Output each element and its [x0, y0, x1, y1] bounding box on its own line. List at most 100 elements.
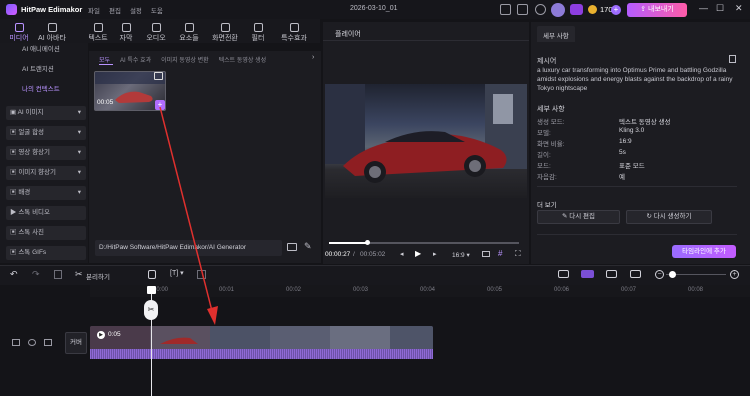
zoom-out-icon[interactable]: − — [655, 270, 664, 279]
preview-icon[interactable] — [630, 270, 641, 278]
tool-audio[interactable]: 오디오 — [142, 21, 170, 45]
magnet-icon[interactable] — [581, 270, 594, 278]
nav-image-enhancer[interactable]: ▣ 이미지 향상기 ▾ — [6, 166, 86, 180]
app-name: HitPaw Edimakor — [21, 5, 83, 14]
menu-help[interactable]: 도움 — [151, 8, 163, 15]
split-icon[interactable]: ✂ — [75, 269, 83, 280]
zoom-in-icon[interactable]: + — [730, 270, 739, 279]
export-button[interactable]: ⇪ 내보내기 — [627, 3, 687, 17]
nav-ai-image[interactable]: ▣ AI 이미지 ▾ — [6, 106, 86, 120]
tool-filters[interactable]: 필터 — [244, 21, 272, 45]
tool-subtitle[interactable]: 자막 — [112, 21, 140, 45]
premium-icon[interactable] — [570, 4, 583, 15]
ruler-tick: 00:03 — [353, 287, 369, 293]
chat-icon[interactable] — [500, 4, 511, 15]
mute-icon[interactable] — [44, 339, 52, 346]
tab-ai-effects[interactable]: AI 특수 효과 — [120, 58, 151, 64]
avatar[interactable] — [551, 3, 565, 17]
split-label[interactable]: 분리하기 — [86, 271, 110, 281]
nav-ai-transition[interactable]: AI 트랜지션 — [6, 63, 86, 77]
more-label: 더 보기 — [537, 202, 557, 209]
menu-settings[interactable]: 설정 — [130, 8, 142, 15]
detail-row: 모델: Kling 3.0 — [537, 127, 737, 137]
tool-media[interactable]: 미디어 — [5, 21, 33, 45]
nav-video-enhancer[interactable]: ▣ 영상 향상기 ▾ — [6, 146, 86, 160]
detail-row: 화면 비율: 16:9 — [537, 138, 737, 148]
nav-background[interactable]: ▣ 배경 ▾ — [6, 186, 86, 200]
progress-fill — [329, 242, 367, 244]
tab-indicator — [99, 64, 113, 65]
next-frame-icon[interactable]: ▸ — [433, 250, 437, 258]
ruler-tick: 00:02 — [286, 287, 302, 293]
effects-icon — [289, 23, 299, 32]
snapshot-icon[interactable] — [482, 251, 490, 257]
close-button[interactable]: ✕ — [735, 3, 743, 14]
filter-icon — [253, 23, 263, 32]
tool-transitions-label: 화면전환 — [212, 35, 238, 42]
snap-icon[interactable] — [606, 270, 617, 278]
link-icon[interactable] — [558, 270, 569, 278]
app-logo-icon — [6, 4, 17, 15]
tab-image-to-video[interactable]: 이미지 동영상 변환 — [161, 58, 209, 64]
nav-video-enhancer-label: 영상 향상기 — [18, 149, 51, 156]
undo-icon[interactable]: ↶ — [10, 269, 18, 280]
prompt-text: a luxury car transforming into Optimus P… — [537, 67, 733, 92]
delete-icon[interactable] — [54, 270, 62, 279]
export-label: 내보내기 — [648, 6, 674, 13]
play-icon[interactable]: ▶ — [415, 249, 421, 258]
maximize-button[interactable]: ☐ — [716, 3, 724, 14]
tool-effects[interactable]: 특수효과 — [276, 21, 312, 45]
nav-ai-animation[interactable]: AI 애니메이션 — [6, 43, 86, 57]
cover-button[interactable]: 커버 — [65, 332, 87, 354]
message-icon[interactable] — [517, 4, 528, 15]
detail-value: Kling 3.0 — [619, 127, 645, 134]
subtitle-icon — [121, 23, 131, 32]
menu-edit[interactable]: 편집 — [109, 8, 121, 15]
reedit-button[interactable]: ✎ 다시 편집 — [537, 210, 620, 224]
aspect-ratio-select[interactable]: 16:9 ▾ — [452, 251, 470, 259]
help-icon[interactable] — [535, 4, 546, 15]
tool-elements[interactable]: 요소들 — [175, 21, 203, 45]
redo-icon[interactable]: ↷ — [32, 269, 40, 280]
nav-stock-photo[interactable]: ▣ 스톡 사진 — [6, 226, 86, 240]
tool-text-label: 텍스트 — [88, 35, 108, 42]
copy-icon[interactable] — [729, 55, 736, 63]
prev-frame-icon[interactable]: ◂ — [400, 250, 404, 258]
folder-icon[interactable] — [287, 243, 297, 251]
tool-text[interactable]: 텍스트 — [84, 21, 112, 45]
track-icon[interactable] — [12, 339, 20, 346]
regenerate-button[interactable]: ↻ 다시 생성하기 — [626, 210, 712, 224]
ruler-tick: 00:04 — [420, 287, 436, 293]
more-tabs-icon[interactable]: › — [312, 54, 314, 61]
detail-value: 예 — [619, 174, 625, 181]
nav-face-swap[interactable]: ▣ 얼굴 합성 ▾ — [6, 126, 86, 140]
tab-text-to-video[interactable]: 텍스트 동영상 생성 — [219, 58, 267, 64]
avatar-icon — [47, 23, 57, 32]
prompt-label: 제시어 — [537, 58, 557, 65]
add-to-timeline-button[interactable]: 타임라인에 추가 — [672, 245, 736, 258]
visibility-icon[interactable] — [28, 339, 36, 346]
minimize-button[interactable]: — — [699, 3, 708, 13]
nav-stock-gifs[interactable]: ▣ 스톡 GIFs — [6, 246, 86, 260]
zoom-handle[interactable] — [669, 271, 676, 278]
details-section-title: 세부 사항 — [537, 106, 565, 113]
transition-icon — [220, 23, 230, 32]
detail-row: 자음감: 예 — [537, 171, 737, 181]
play-clip-icon[interactable]: ▶ — [97, 331, 105, 339]
nav-stock-video[interactable]: ▶ 스톡 비디오 — [6, 206, 86, 220]
nav-my-context[interactable]: 나의 컨텍스트 — [6, 83, 86, 97]
add-credits-button[interactable]: + — [611, 5, 621, 15]
tool-ai-avatar[interactable]: AI 아바타 — [38, 21, 66, 45]
edit-path-icon[interactable]: ✎ — [304, 241, 312, 252]
tool-transitions[interactable]: 화면전환 — [205, 21, 245, 45]
divider — [323, 40, 529, 41]
tool-ai-avatar-label: AI 아바타 — [38, 35, 66, 42]
elements-icon — [184, 23, 194, 32]
ruler-tick: 00:05 — [487, 287, 503, 293]
menu-file[interactable]: 파일 — [88, 8, 100, 15]
progress-handle[interactable] — [365, 240, 370, 245]
text-icon — [93, 23, 103, 32]
detail-key: 자음감: — [537, 174, 557, 181]
fullscreen-icon[interactable]: ⛶ — [515, 249, 521, 259]
grid-icon[interactable]: # — [498, 249, 502, 258]
